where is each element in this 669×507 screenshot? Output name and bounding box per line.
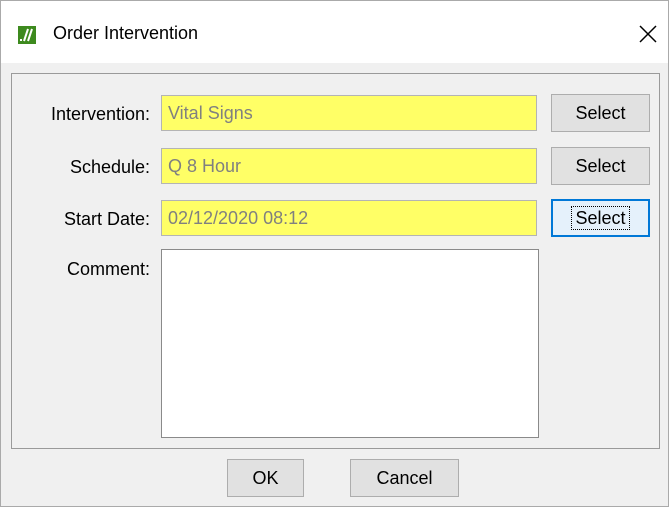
- comment-textarea[interactable]: [161, 249, 539, 438]
- comment-label: Comment:: [66, 259, 150, 279]
- schedule-select-button[interactable]: Select: [551, 147, 650, 185]
- start-date-field[interactable]: 02/12/2020 08:12: [161, 200, 537, 236]
- start-date-select-label: Select: [571, 206, 630, 230]
- intervention-select-button[interactable]: Select: [551, 94, 650, 132]
- cancel-button[interactable]: Cancel: [350, 459, 459, 497]
- form-panel: Intervention: Vital Signs Select Schedul…: [11, 73, 660, 449]
- app-icon: [18, 26, 36, 44]
- start-date-label: Start Date:: [63, 209, 150, 229]
- start-date-select-button[interactable]: Select: [551, 199, 650, 237]
- dialog-window: Order Intervention Intervention: Vital S…: [0, 0, 669, 507]
- schedule-label: Schedule:: [69, 157, 150, 177]
- window-title: Order Intervention: [53, 23, 199, 43]
- title-bar[interactable]: Order Intervention: [1, 1, 668, 63]
- intervention-field[interactable]: Vital Signs: [161, 95, 537, 131]
- intervention-label: Intervention:: [50, 104, 150, 124]
- ok-button[interactable]: OK: [227, 459, 304, 497]
- schedule-field[interactable]: Q 8 Hour: [161, 148, 537, 184]
- close-icon[interactable]: [637, 23, 659, 45]
